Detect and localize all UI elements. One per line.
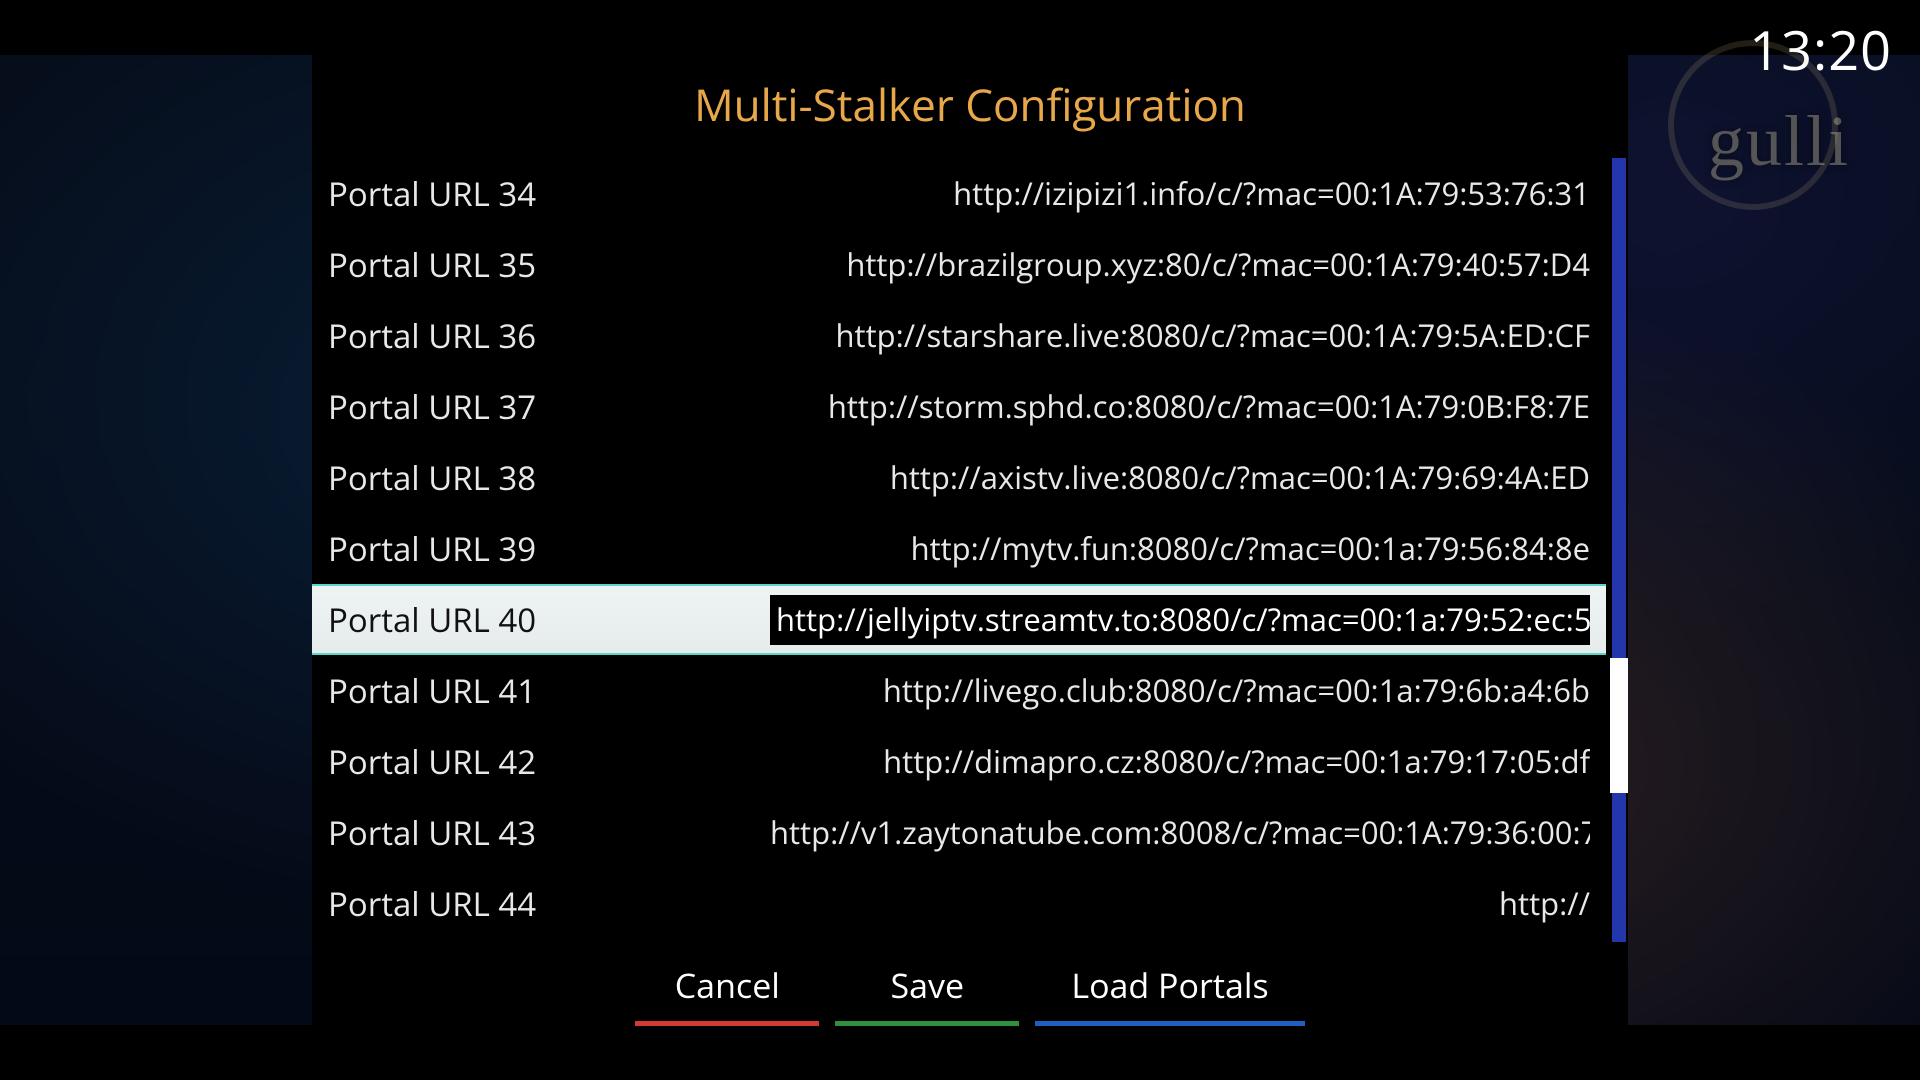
portal-row[interactable]: Portal URL 36 http://starshare.live:8080/… [312,300,1606,371]
portal-row-label: Portal URL 35 [328,242,536,287]
portal-row-value[interactable]: http://izipizi1.info/c/?mac=00:1A:79:53:… [953,173,1590,215]
portal-row-value[interactable]: http://dimapro.cz:8080/c/?mac=00:1a:79:1… [883,741,1590,783]
portal-row[interactable]: Portal URL 43 http://v1.zaytonatube.com:8… [312,797,1606,868]
portal-row-label: Portal URL 40 [328,597,536,642]
modal-title: Multi-Stalker Configuration [312,48,1628,158]
channel-logo: gulli [1708,100,1850,183]
portal-row[interactable]: Portal URL 38 http://axistv.live:8080/c/?… [312,442,1606,513]
portal-row-value[interactable]: http://axistv.live:8080/c/?mac=00:1A:79:… [890,457,1590,499]
letterbox-top [0,0,1920,55]
portal-row-value[interactable]: http://storm.sphd.co:8080/c/?mac=00:1A:7… [828,386,1590,428]
portal-row-label: Portal URL 38 [328,455,536,500]
portal-row-label: Portal URL 34 [328,171,536,216]
portal-row-value[interactable]: http://v1.zaytonatube.com:8008/c/?mac=00… [770,812,1590,854]
portal-row[interactable]: Portal URL 37 http://storm.sphd.co:8080/c… [312,371,1606,442]
portal-row[interactable]: Portal URL 39 http://mytv.fun:8080/c/?mac… [312,513,1606,584]
portal-row-label: Portal URL 41 [328,668,536,713]
portal-row-label: Portal URL 44 [328,881,536,926]
portal-list[interactable]: Portal URL 34 http://izipizi1.info/c/?mac… [312,158,1606,942]
portal-row[interactable]: Portal URL 34 http://izipizi1.info/c/?mac… [312,158,1606,229]
portal-row-label: Portal URL 36 [328,313,536,358]
portal-row-value[interactable]: http://livego.club:8080/c/?mac=00:1a:79:… [883,670,1590,712]
portal-row-label: Portal URL 43 [328,810,536,855]
portal-row-label: Portal URL 42 [328,739,536,784]
button-bar: Cancel Save Load Portals [312,942,1628,1036]
portal-row-value[interactable]: http:// [1499,883,1590,925]
portal-row[interactable]: Portal URL 42 http://dimapro.cz:8080/c/?m… [312,726,1606,797]
portal-row[interactable]: Portal URL 40 http://jellyiptv.streamtv.t… [312,584,1606,655]
scrollbar[interactable] [1610,158,1628,942]
portal-row[interactable]: Portal URL 35 http://brazilgroup.xyz:80/c… [312,229,1606,300]
scrollbar-track-top [1612,158,1626,658]
scrollbar-track-bottom [1612,793,1626,942]
portal-row-value[interactable]: http://jellyiptv.streamtv.to:8080/c/?mac… [770,595,1590,645]
save-button[interactable]: Save [827,952,1027,1028]
load-portals-button[interactable]: Load Portals [1027,952,1312,1028]
portal-list-wrap: Portal URL 34 http://izipizi1.info/c/?mac… [312,158,1628,942]
portal-row-value[interactable]: http://starshare.live:8080/c/?mac=00:1A:… [836,315,1590,357]
portal-row[interactable]: Portal URL 41 http://livego.club:8080/c/?… [312,655,1606,726]
scrollbar-thumb[interactable] [1610,658,1628,793]
portal-row-label: Portal URL 37 [328,384,536,429]
portal-row-label: Portal URL 39 [328,526,536,571]
cancel-button[interactable]: Cancel [627,952,827,1028]
config-modal: Multi-Stalker Configuration Portal URL 3… [312,48,1628,1036]
channel-logo-ring-icon [1668,40,1838,210]
portal-row[interactable]: Portal URL 44 http:// [312,868,1606,939]
portal-row-value[interactable]: http://brazilgroup.xyz:80/c/?mac=00:1A:7… [846,244,1590,286]
portal-row-value[interactable]: http://mytv.fun:8080/c/?mac=00:1a:79:56:… [911,528,1590,570]
